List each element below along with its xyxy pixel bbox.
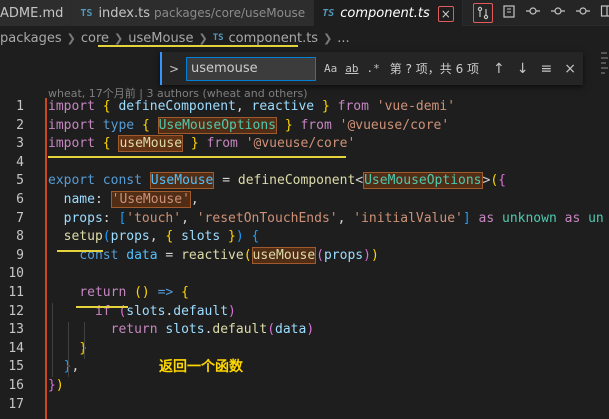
breadcrumb-item[interactable]: useMouse — [128, 31, 193, 46]
line-number: 2 — [16, 117, 24, 133]
find-options: Aa ab .* — [324, 62, 380, 75]
breadcrumb: packages ❯ core ❯ useMouse ❯ TS componen… — [0, 27, 609, 49]
find-in-selection-icon[interactable]: ≡ — [540, 61, 552, 77]
tab-label: component.ts — [340, 6, 430, 21]
line-number: 6 — [16, 191, 24, 207]
tab-path: packages/core/useMouse — [154, 6, 306, 20]
code-line-14: } — [48, 340, 609, 359]
code-editor[interactable]: import { defineComponent, reactive } fro… — [48, 98, 609, 414]
code-line-11: return () => { — [79, 284, 189, 300]
line-number: 15 — [8, 359, 24, 375]
annotation-underline — [48, 156, 346, 158]
breadcrumb-item[interactable]: core — [81, 31, 109, 46]
annotation-underline — [57, 250, 103, 252]
indent-guide — [68, 322, 69, 377]
code-line-1: import { defineComponent, reactive } fro… — [48, 99, 456, 114]
previous-match-icon[interactable]: ↑ — [493, 61, 505, 77]
search-match-current: useMouse — [118, 135, 184, 153]
find-navigation: ↑ ↓ ≡ × — [493, 61, 576, 77]
git-compare-icon[interactable] — [472, 2, 493, 23]
match-whole-word-icon[interactable]: ab — [345, 62, 358, 75]
chevron-right-icon: ❯ — [114, 31, 124, 45]
previous-change-icon[interactable] — [525, 4, 541, 22]
find-widget: > usemouse Aa ab .* 第 ? 项，共 6 项 ↑ ↓ ≡ × — [160, 52, 583, 85]
line-number: 9 — [16, 247, 24, 263]
code-line-13: return slots.default(data) — [110, 322, 315, 338]
line-number: 10 — [8, 266, 24, 282]
code-line-16: }) — [48, 377, 64, 393]
breadcrumb-item[interactable]: packages — [0, 31, 62, 46]
line-number: 7 — [16, 210, 24, 226]
git-change-indicator — [45, 98, 47, 419]
line-number: 17 — [8, 396, 24, 412]
line-number: 3 — [16, 136, 24, 152]
breadcrumb-more[interactable]: ... — [337, 31, 349, 46]
timeline-icon[interactable] — [575, 4, 591, 22]
next-match-icon[interactable]: ↓ — [517, 61, 529, 77]
find-result-count: 第 ? 项，共 6 项 — [389, 62, 480, 76]
toggle-replace-icon[interactable]: > — [166, 62, 182, 76]
line-number: 8 — [16, 229, 24, 245]
indent-guide — [84, 322, 85, 359]
typescript-file-icon: TS — [80, 7, 93, 19]
open-changes-icon[interactable] — [502, 4, 516, 22]
search-match: UseMouseOptions — [363, 172, 483, 190]
tab-readme[interactable]: ADME.md — [0, 0, 73, 26]
tab-label: ADME.md — [0, 5, 64, 21]
code-line-9: const data = reactive(useMouse(props)) — [79, 246, 379, 264]
annotation-underline — [76, 306, 128, 308]
code-line-7: props: ['touch', 'resetOnTouchEnds', 'in… — [63, 210, 604, 226]
chevron-right-icon: ❯ — [66, 31, 76, 45]
tab-component-ts[interactable]: TS component.ts × — [314, 0, 463, 26]
line-number: 13 — [8, 322, 24, 338]
breadcrumb-file[interactable]: component.ts — [229, 31, 319, 46]
line-number: 11 — [8, 284, 24, 300]
split-editor-icon[interactable] — [600, 4, 609, 22]
tab-label: index.ts — [98, 5, 151, 21]
close-tab-icon[interactable]: × — [437, 5, 454, 22]
editor-actions — [463, 0, 609, 25]
search-match: useMouse — [251, 246, 317, 264]
annotation-text: 返回一个函数 — [159, 359, 243, 375]
search-match: UseMouseOptions — [157, 116, 277, 134]
tab-bar: ADME.md TS index.ts packages/core/useMou… — [0, 0, 609, 26]
next-change-icon[interactable] — [550, 4, 566, 22]
code-line-15: }, — [64, 359, 80, 375]
code-line-2: import type { UseMouseOptions } from '@v… — [48, 116, 450, 134]
chevron-right-icon: ❯ — [323, 31, 333, 45]
code-line-6: name: 'UseMouse', — [63, 190, 199, 208]
line-number: 14 — [8, 340, 24, 356]
code-line-3: import { useMouse } from '@vueuse/core' — [48, 135, 356, 153]
code-line-5: export const UseMouse = defineComponent<… — [48, 172, 506, 190]
line-number-gutter: 1 2 3 4 5 6 7 8 9 10 11 12 13 14 15 16 1… — [0, 98, 42, 414]
chevron-right-icon: ❯ — [198, 31, 208, 45]
find-input[interactable]: usemouse — [186, 56, 316, 81]
annotation-underline — [98, 45, 298, 47]
typescript-file-icon: TS — [322, 8, 335, 19]
search-match: 'UseMouse' — [110, 190, 191, 208]
match-case-icon[interactable]: Aa — [324, 62, 337, 75]
search-match: UseMouse — [149, 172, 215, 190]
tab-index-ts[interactable]: TS index.ts packages/core/useMouse — [72, 0, 315, 26]
line-number: 12 — [8, 303, 24, 319]
line-number: 1 — [16, 99, 24, 114]
use-regex-icon[interactable]: .* — [367, 62, 380, 75]
typescript-file-icon: TS — [212, 33, 224, 43]
line-number: 16 — [8, 377, 24, 393]
code-line-8: setup(props, { slots }) { — [63, 229, 260, 245]
close-icon[interactable]: × — [564, 61, 576, 77]
indent-guide — [52, 303, 53, 377]
code-line-12: if (slots.default) — [94, 303, 236, 319]
line-number: 5 — [16, 173, 24, 189]
line-number: 4 — [16, 154, 24, 170]
